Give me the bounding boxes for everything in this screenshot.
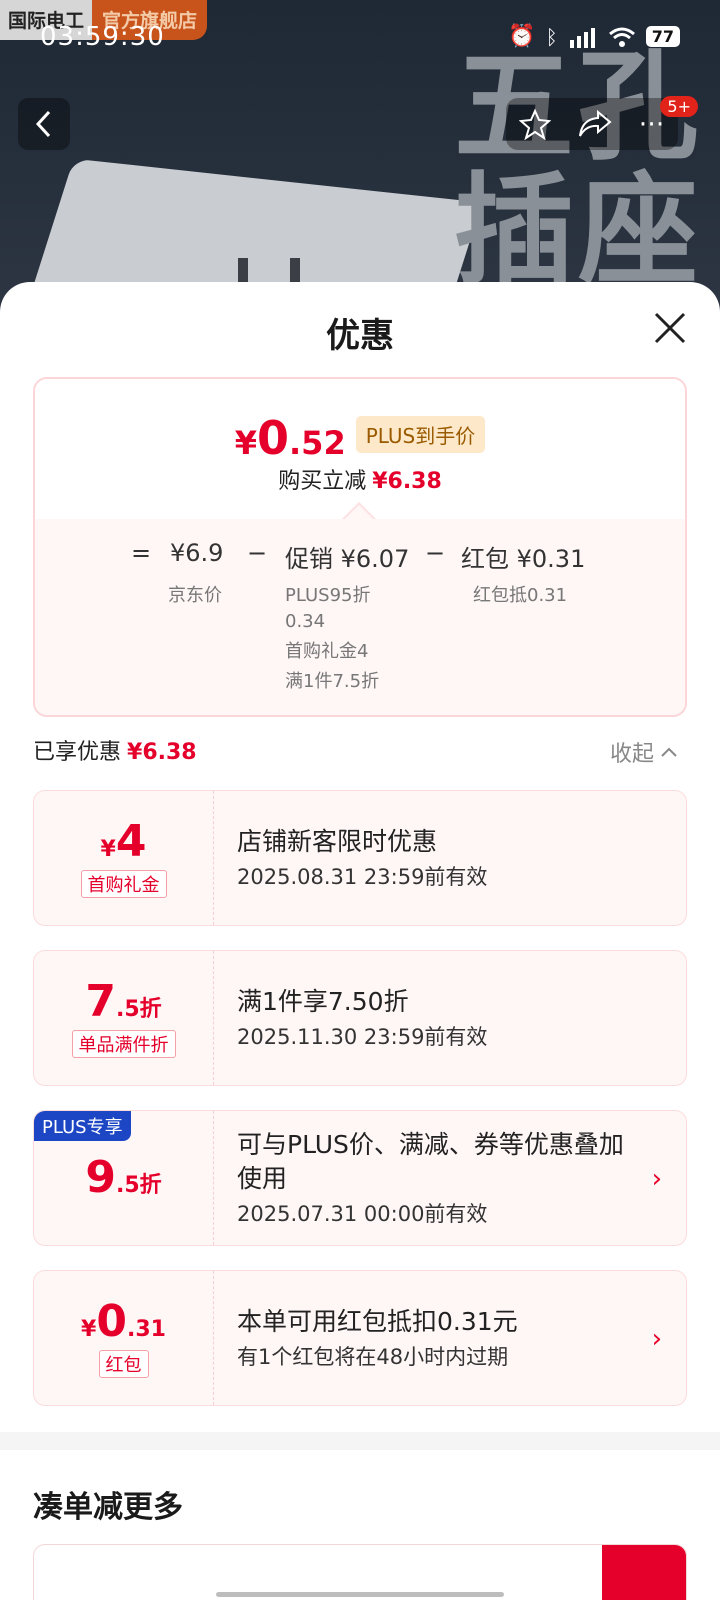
coupon-title: 本单可用红包抵扣0.31元 [237,1307,518,1336]
minus-sign: − [425,539,446,567]
chevron-left-icon [35,110,51,138]
price-formula: = ¥6.9 − 促销 ¥6.07 − 红包 ¥0.31 京东价 PLUS95折… [35,519,685,715]
coupon-title: 满1件享7.50折 [237,987,409,1016]
section-divider [0,1432,720,1450]
coupon-title: 可与PLUS价、满减、券等优惠叠加使用 [237,1130,624,1193]
price-breakdown-card: ¥ 0 .52 PLUS到手价 购买立减 ¥6.38 = ¥6.9 − 促销 ¥6… [33,377,687,717]
minus-sign: − [247,539,268,567]
more-icon[interactable]: ⋯ [639,109,665,139]
close-icon[interactable] [650,308,690,348]
more-deals-title: 凑单减更多 [33,1490,183,1525]
back-button[interactable] [18,98,70,150]
coupon-card-plus[interactable]: PLUS专享 9.5折 可与PLUS价、满减、券等优惠叠加使用 2025.07.… [33,1110,687,1246]
product-hero: 五孔 插座 国际电工 官方旗舰店 03:59:30 ⏰ ᛒ 77 ⋯ 5+ [0,0,720,320]
coupon-card-redpacket[interactable]: ¥0.31 红包 本单可用红包抵扣0.31元 有1个红包将在48小时内过期 › [33,1270,687,1406]
coupon-card: ¥4 首购礼金 店铺新客限时优惠 2025.08.31 23:59前有效 [33,790,687,926]
jd-price: ¥6.9 [170,539,224,567]
wifi-icon [608,27,635,47]
coupon-amount: 7.5折 [85,976,162,1027]
equals-sign: = [131,539,152,567]
more-deals-action[interactable] [602,1545,686,1600]
promo-details: PLUS95折 0.34 首购礼金4 满1件7.5折 [285,585,380,692]
star-icon[interactable] [519,108,552,140]
enjoyed-discount: 已享优惠 ¥6.38 [33,740,197,765]
plus-price-tag: PLUS到手价 [355,416,486,453]
coupon-card: 7.5折 单品满件折 满1件享7.50折 2025.11.30 23:59前有效 [33,950,687,1086]
status-time: 03:59:30 [40,22,165,52]
final-price: ¥ 0 .52 [234,411,346,465]
coupon-amount: ¥0.31 [81,1296,166,1347]
sheet-title: 优惠 [326,316,394,356]
coupon-title: 店铺新客限时优惠 [237,827,438,856]
promo-amount: 促销 ¥6.07 [285,545,410,573]
redpacket-amount: 红包 ¥0.31 [461,545,586,573]
coupon-expiry: 2025.11.30 23:59前有效 [237,1025,488,1049]
jd-price-label: 京东价 [168,585,222,606]
share-icon[interactable] [578,109,612,139]
discount-sheet: 优惠 ¥ 0 .52 PLUS到手价 购买立减 ¥6.38 = ¥6.9 − 促… [0,282,720,1600]
coupon-amount: 9.5折 [85,1152,162,1203]
coupon-expiry: 2025.08.31 23:59前有效 [237,865,488,889]
status-bar: 03:59:30 ⏰ ᛒ 77 [0,18,720,62]
top-action-bar: ⋯ [506,98,678,150]
collapse-toggle[interactable]: 收起 [610,736,678,768]
battery-indicator: 77 [645,26,680,47]
message-badge: 5+ [660,96,698,117]
coupon-amount: ¥4 [100,816,147,867]
bluetooth-icon: ᛒ [545,24,558,49]
coupon-type-label: 红包 [98,1350,149,1378]
home-indicator[interactable] [216,1592,504,1597]
coupon-type-label: 首购礼金 [80,870,167,898]
chevron-right-icon: › [651,1324,662,1354]
coupon-expiry: 2025.07.31 00:00前有效 [237,1202,488,1226]
coupon-expiry: 有1个红包将在48小时内过期 [237,1345,509,1369]
redpacket-detail: 红包抵0.31 [473,585,568,606]
coupon-type-label: 单品满件折 [71,1030,176,1058]
chevron-up-icon [661,747,677,757]
alarm-icon: ⏰ [508,24,536,49]
instant-reduce: 购买立减 ¥6.38 [278,469,442,494]
chevron-right-icon: › [651,1164,662,1194]
hero-text-line2: 插座 [454,162,702,301]
status-icons: ⏰ ᛒ 77 [508,24,680,49]
signal-icon [569,27,595,48]
